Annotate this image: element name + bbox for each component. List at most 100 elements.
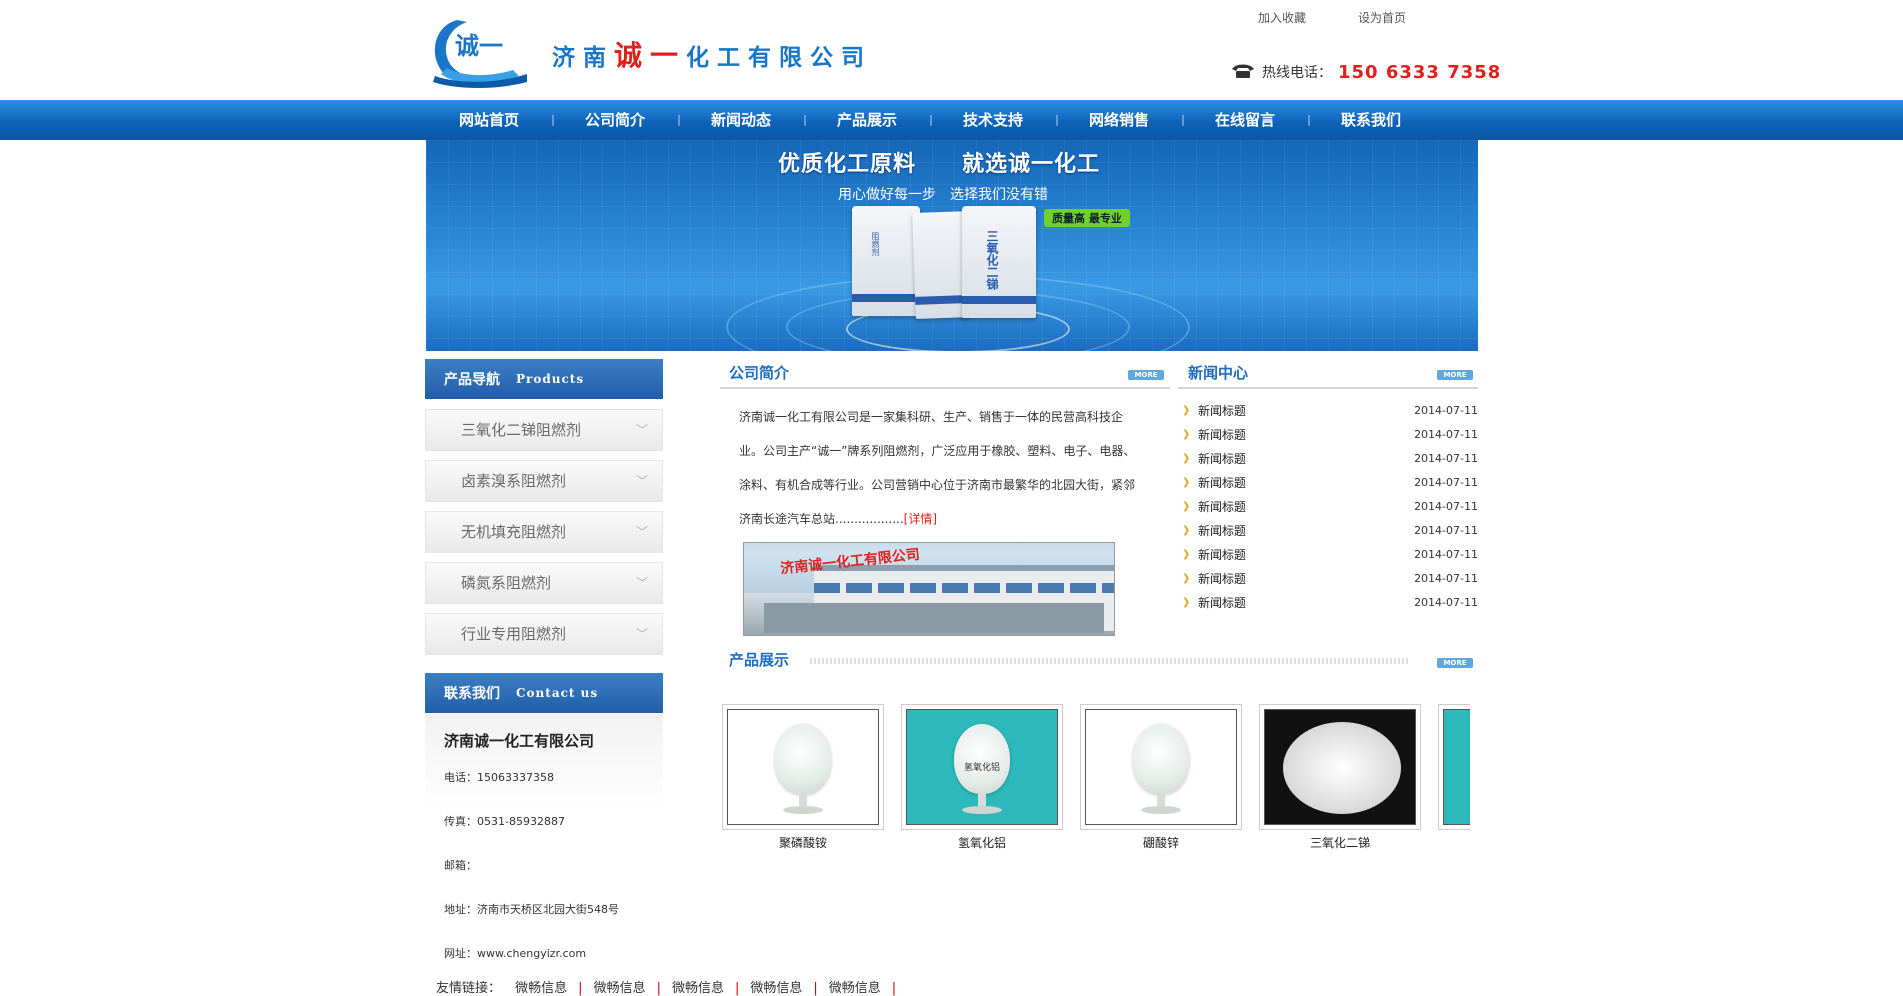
news-item-title[interactable]: 新闻标题	[1198, 450, 1414, 467]
product-name[interactable]: 三氧化二锑	[1259, 834, 1421, 851]
product-image[interactable]	[1085, 709, 1237, 825]
factory-image: 济南诚一化工有限公司	[743, 542, 1115, 636]
nav-products[interactable]: 产品展示	[804, 100, 930, 140]
news-item[interactable]: ❯ 新闻标题 2014-07-11	[1182, 422, 1478, 446]
nav-contact[interactable]: 联系我们	[1308, 100, 1434, 140]
products-carousel: 聚磷酸铵氢氧化铝氢氧化铝硼酸锌三氧化二锑-	[722, 700, 1470, 860]
product-image[interactable]	[1264, 709, 1416, 825]
news-item[interactable]: ❯ 新闻标题 2014-07-11	[1182, 518, 1478, 542]
friend-link[interactable]: 微畅信息	[750, 981, 802, 996]
friend-links-label: 友情链接：	[436, 981, 502, 996]
product-image[interactable]	[1443, 709, 1470, 825]
product-name[interactable]: 硼酸锌	[1080, 834, 1242, 851]
news-item-date: 2014-07-11	[1414, 403, 1478, 417]
hero-banner: 优质化工原料 就选诚一化工 用心做好每一步 选择我们没有错 质量高 最专业 阻燃…	[426, 140, 1478, 351]
banner-subtitle: 用心做好每一步 选择我们没有错	[838, 187, 1048, 203]
intro-title: 公司简介	[729, 364, 790, 382]
intro-details-link[interactable]: [详情]	[904, 512, 937, 526]
product-bag-image: 阻燃剂	[852, 206, 920, 316]
news-item[interactable]: ❯ 新闻标题 2014-07-11	[1182, 446, 1478, 470]
nav-about[interactable]: 公司简介	[552, 100, 678, 140]
products-more-button[interactable]: MORE	[1437, 658, 1473, 668]
product-card[interactable]	[1259, 704, 1421, 830]
chevron-down-icon: ﹀	[635, 576, 648, 590]
bullet-arrow-icon: ❯	[1182, 404, 1191, 416]
news-item-title[interactable]: 新闻标题	[1198, 426, 1414, 443]
news-item-date: 2014-07-11	[1414, 571, 1478, 585]
contact-company: 济南诚一化工有限公司	[444, 732, 595, 750]
banner-title: 优质化工原料 就选诚一化工	[778, 152, 1101, 177]
chevron-down-icon: ﹀	[635, 627, 648, 641]
product-name[interactable]: 聚磷酸铵	[722, 834, 884, 851]
contact-website: 网址：www.chengyizr.com	[444, 947, 587, 960]
products-title: 产品展示	[729, 651, 790, 669]
news-item-date: 2014-07-11	[1414, 451, 1478, 465]
news-item[interactable]: ❯ 新闻标题 2014-07-11	[1182, 494, 1478, 518]
product-bag-image: 三氧化二锑	[962, 206, 1036, 318]
nav-home[interactable]: 网站首页	[426, 100, 552, 140]
contact-email: 邮箱：	[444, 859, 477, 872]
intro-more-button[interactable]: MORE	[1128, 370, 1164, 380]
company-logo[interactable]: 诚一	[427, 12, 529, 88]
logo-text: 诚一	[455, 32, 503, 60]
chevron-down-icon: ﹀	[635, 474, 648, 488]
nav-news[interactable]: 新闻动态	[678, 100, 804, 140]
news-item-date: 2014-07-11	[1414, 427, 1478, 441]
friend-link[interactable]: 微畅信息	[515, 981, 567, 996]
news-item[interactable]: ❯ 新闻标题 2014-07-11	[1182, 470, 1478, 494]
nav-sales[interactable]: 网络销售	[1056, 100, 1182, 140]
product-card[interactable]	[1080, 704, 1242, 830]
news-item[interactable]: ❯ 新闻标题 2014-07-11	[1182, 542, 1478, 566]
news-item-title[interactable]: 新闻标题	[1198, 570, 1414, 587]
nav-support[interactable]: 技术支持	[930, 100, 1056, 140]
news-item[interactable]: ❯ 新闻标题 2014-07-11	[1182, 566, 1478, 590]
product-name[interactable]: -	[1438, 834, 1470, 848]
news-item-date: 2014-07-11	[1414, 547, 1478, 561]
friend-links: 友情链接： 微畅信息 | 微畅信息 | 微畅信息 | 微畅信息 | 微畅信息 |	[436, 981, 897, 996]
chevron-down-icon: ﹀	[635, 423, 648, 437]
contact-phone: 电话：15063337358	[444, 771, 554, 784]
hotline-number: 150 6333 7358	[1338, 61, 1502, 83]
product-name[interactable]: 氢氧化铝	[901, 834, 1063, 851]
set-homepage-link[interactable]: 设为首页	[1358, 9, 1406, 26]
news-item-title[interactable]: 新闻标题	[1198, 546, 1414, 563]
add-bookmark-link[interactable]: 加入收藏	[1258, 9, 1306, 26]
hotline: 热线电话： 150 6333 7358	[1230, 60, 1501, 84]
friend-link[interactable]: 微畅信息	[829, 981, 881, 996]
bullet-arrow-icon: ❯	[1182, 452, 1191, 464]
friend-link[interactable]: 微畅信息	[672, 981, 724, 996]
product-card[interactable]	[1438, 704, 1470, 830]
news-item[interactable]: ❯ 新闻标题 2014-07-11	[1182, 398, 1478, 422]
news-item-date: 2014-07-11	[1414, 523, 1478, 537]
news-more-button[interactable]: MORE	[1437, 370, 1473, 380]
bullet-arrow-icon: ❯	[1182, 524, 1191, 536]
sidebar-item-phosphorus-nitrogen[interactable]: 磷氮系阻燃剂 ﹀	[425, 562, 663, 604]
contact-fax: 传真：0531-85932887	[444, 815, 565, 828]
friend-link[interactable]: 微畅信息	[594, 981, 646, 996]
hotline-label: 热线电话：	[1262, 65, 1332, 81]
news-item-title[interactable]: 新闻标题	[1198, 522, 1414, 539]
product-card[interactable]	[722, 704, 884, 830]
divider	[720, 387, 1170, 389]
sidebar-item-inorganic[interactable]: 无机填充阻燃剂 ﹀	[425, 511, 663, 553]
news-item[interactable]: ❯ 新闻标题 2014-07-11	[1182, 590, 1478, 614]
bullet-arrow-icon: ❯	[1182, 572, 1191, 584]
chevron-down-icon: ﹀	[635, 525, 648, 539]
news-item-title[interactable]: 新闻标题	[1198, 474, 1414, 491]
contact-box: 济南诚一化工有限公司 电话：15063337358 传真：0531-859328…	[425, 714, 663, 960]
product-image[interactable]: 氢氧化铝	[906, 709, 1058, 825]
news-item-title[interactable]: 新闻标题	[1198, 594, 1414, 611]
news-item-date: 2014-07-11	[1414, 475, 1478, 489]
sidebar-item-bromine[interactable]: 卤素溴系阻燃剂 ﹀	[425, 460, 663, 502]
contact-header: 联系我们 Contact us	[425, 673, 663, 713]
product-image[interactable]	[727, 709, 879, 825]
intro-text: 济南诚一化工有限公司是一家集科研、生产、销售于一体的民营高科技企业。公司主产“诚…	[739, 410, 1136, 526]
nav-message[interactable]: 在线留言	[1182, 100, 1308, 140]
product-card[interactable]: 氢氧化铝	[901, 704, 1063, 830]
news-item-title[interactable]: 新闻标题	[1198, 498, 1414, 515]
sidebar-item-industry[interactable]: 行业专用阻燃剂 ﹀	[425, 613, 663, 655]
news-item-title[interactable]: 新闻标题	[1198, 402, 1414, 419]
divider	[810, 658, 1410, 664]
sidebar-item-antimony-trioxide[interactable]: 三氧化二锑阻燃剂 ﹀	[425, 409, 663, 451]
bullet-arrow-icon: ❯	[1182, 596, 1191, 608]
